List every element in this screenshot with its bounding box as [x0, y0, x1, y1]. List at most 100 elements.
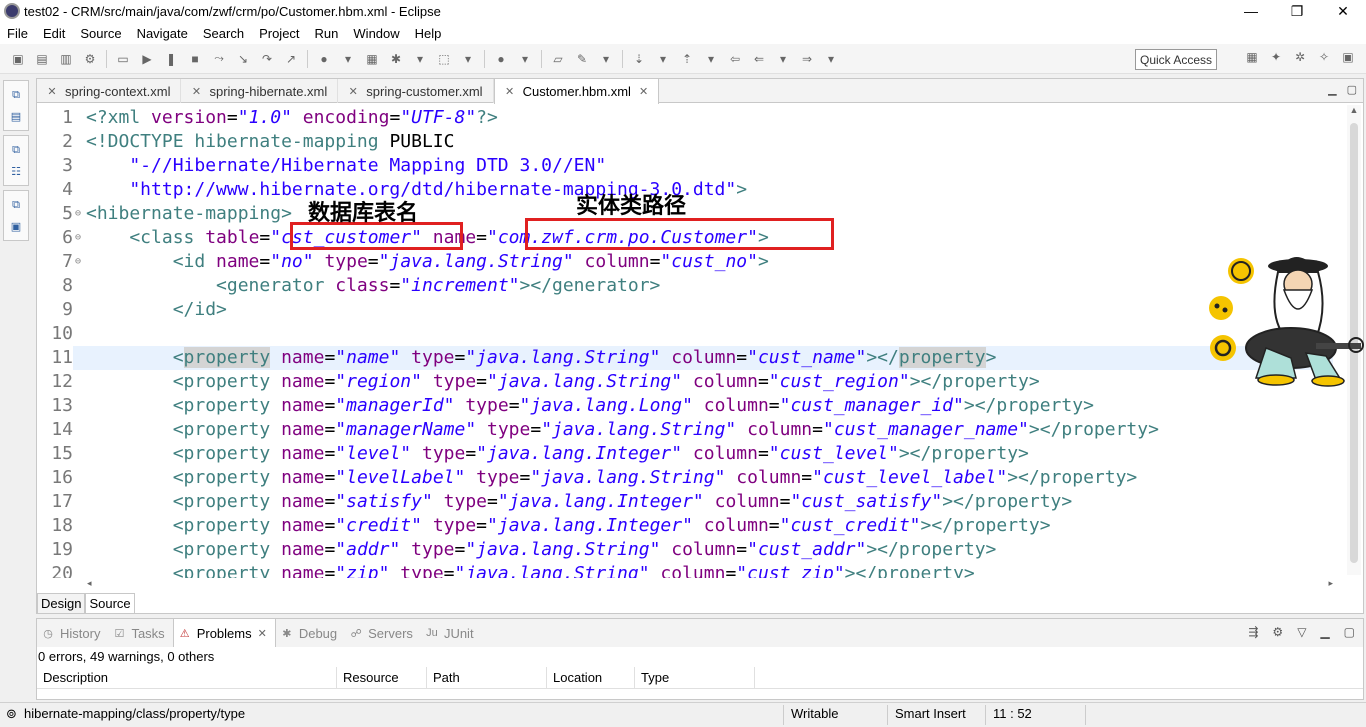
restore-view-icon[interactable]: ⧉ [5, 86, 27, 104]
dropdown-arrow-icon[interactable]: ▾ [703, 51, 719, 67]
code-line[interactable]: 3 "-//Hibernate/Hibernate Mapping DTD 3.… [37, 154, 1333, 178]
code-line[interactable]: 12 <property name="region" type="java.la… [37, 370, 1333, 394]
code-line[interactable]: 15 <property name="level" type="java.lan… [37, 442, 1333, 466]
source-editor[interactable]: 1 <?xml version="1.0" encoding="UTF-8"?> 2… [37, 104, 1333, 578]
project-explorer-icon[interactable]: ▤ [5, 107, 27, 125]
close-tab-icon[interactable]: ✕ [258, 627, 267, 640]
back-icon[interactable]: ⇐ [751, 51, 767, 67]
java-perspective-icon[interactable]: ✧ [1316, 49, 1332, 65]
menu-project[interactable]: Project [252, 26, 307, 41]
code-line[interactable]: 20 <property name="zip" type="java.lang.… [37, 562, 1333, 578]
column-type[interactable]: Type [635, 667, 755, 689]
tab-history[interactable]: ◷ History [37, 619, 108, 647]
tab-debug[interactable]: ✱ Debug [276, 619, 345, 647]
save-all-icon[interactable]: ▥ [58, 51, 74, 67]
code-line[interactable]: 9 </id> [37, 298, 1333, 322]
fold-toggle-icon[interactable]: ⊖ [75, 250, 85, 274]
suspend-icon[interactable]: ❚ [163, 51, 179, 67]
fold-toggle-icon[interactable]: ⊖ [75, 226, 85, 250]
scroll-left-icon[interactable]: ◂ [87, 578, 92, 590]
tab-junit[interactable]: Ju JUnit [421, 619, 482, 647]
maximize-editor-icon[interactable]: ▢ [1347, 83, 1357, 96]
code-line[interactable]: 13 <property name="managerId" type="java… [37, 394, 1333, 418]
prev-annotation-icon[interactable]: ⇡ [679, 51, 695, 67]
profile-icon[interactable]: ● [316, 51, 332, 67]
restore-button[interactable]: ❐ [1274, 0, 1320, 22]
java-ee-perspective-icon[interactable]: ✦ [1268, 49, 1284, 65]
code-line[interactable]: 10 [37, 322, 1333, 346]
tab-customer-hbm[interactable]: ✕ Customer.hbm.xml ✕ [493, 79, 660, 104]
minimize-panel-icon[interactable]: ▁ [1320, 625, 1329, 639]
menu-run[interactable]: Run [308, 26, 347, 41]
maximize-panel-icon[interactable]: ▢ [1344, 625, 1355, 639]
build-icon[interactable]: ⚙ [82, 51, 98, 67]
tab-problems[interactable]: ⚠ Problems ✕ [172, 619, 276, 647]
scroll-up-icon[interactable]: ▲ [1347, 105, 1361, 119]
open-folder-icon[interactable]: ▱ [550, 51, 566, 67]
horizontal-scrollbar[interactable]: ◂ ▸ [87, 578, 1333, 590]
code-line[interactable]: 11 <property name="name" type="java.lang… [37, 346, 1333, 370]
menu-edit[interactable]: Edit [36, 26, 73, 41]
debug-run-icon[interactable]: ✱ [388, 51, 404, 67]
step-over-icon[interactable]: ↷ [259, 51, 275, 67]
tab-design[interactable]: Design [37, 593, 86, 614]
column-description[interactable]: Description [37, 667, 337, 689]
resume-icon[interactable]: ▶ [139, 51, 155, 67]
tab-servers[interactable]: ☍ Servers [345, 619, 421, 647]
minimize-editor-icon[interactable]: ▁ [1328, 83, 1336, 96]
code-line[interactable]: 1 <?xml version="1.0" encoding="UTF-8"?> [37, 106, 1333, 130]
tab-spring-context[interactable]: ✕ spring-context.xml [37, 79, 182, 103]
save-icon[interactable]: ▤ [34, 51, 50, 67]
code-line[interactable]: 7 ⊖ <id name="no" type="java.lang.String"… [37, 250, 1333, 274]
menu-file[interactable]: File [0, 26, 36, 41]
terminate-icon[interactable]: ■ [187, 51, 203, 67]
open-perspective-icon[interactable]: ▦ [1244, 49, 1260, 65]
new-icon[interactable]: ▣ [10, 51, 26, 67]
dropdown-arrow-icon[interactable]: ▾ [775, 51, 791, 67]
code-line[interactable]: 16 <property name="levelLabel" type="jav… [37, 466, 1333, 490]
tab-spring-hibernate[interactable]: ✕ spring-hibernate.xml [181, 79, 339, 103]
dropdown-arrow-icon[interactable]: ▾ [598, 51, 614, 67]
close-button[interactable]: ✕ [1320, 0, 1366, 22]
step-return-icon[interactable]: ↗ [283, 51, 299, 67]
filter-icon[interactable]: ⇶ [1248, 625, 1258, 639]
next-annotation-icon[interactable]: ⇣ [631, 51, 647, 67]
tab-tasks[interactable]: ☑ Tasks [108, 619, 172, 647]
menu-search[interactable]: Search [196, 26, 252, 41]
code-line[interactable]: 8 <generator class="increment"></generat… [37, 274, 1333, 298]
forward-icon[interactable]: ⇒ [799, 51, 815, 67]
restore-view-icon[interactable]: ⧉ [5, 141, 27, 159]
menu-window[interactable]: Window [346, 26, 407, 41]
outline-icon[interactable]: ☷ [5, 162, 27, 180]
scroll-right-icon[interactable]: ▸ [1328, 578, 1333, 590]
console-view-icon[interactable]: ▣ [5, 217, 27, 235]
disconnect-icon[interactable]: ⤳ [211, 51, 227, 67]
quick-access-field[interactable]: Quick Access [1135, 49, 1217, 70]
debug-perspective-icon[interactable]: ✲ [1292, 49, 1308, 65]
step-into-icon[interactable]: ↘ [235, 51, 251, 67]
minimize-button[interactable]: — [1228, 0, 1274, 22]
dropdown-arrow-icon[interactable]: ▾ [823, 51, 839, 67]
code-line[interactable]: 17 <property name="satisfy" type="java.l… [37, 490, 1333, 514]
column-path[interactable]: Path [427, 667, 547, 689]
open-type-icon[interactable]: ▦ [364, 51, 380, 67]
code-line[interactable]: 2 <!DOCTYPE hibernate-mapping PUBLIC [37, 130, 1333, 154]
code-line[interactable]: 18 <property name="credit" type="java.la… [37, 514, 1333, 538]
server-icon[interactable]: ⬚ [436, 51, 452, 67]
console-icon[interactable]: ▭ [115, 51, 131, 67]
code-line[interactable]: 14 <property name="managerName" type="ja… [37, 418, 1333, 442]
column-location[interactable]: Location [547, 667, 635, 689]
column-resource[interactable]: Resource [337, 667, 427, 689]
tab-source[interactable]: Source [85, 593, 135, 614]
dropdown-arrow-icon[interactable]: ▾ [517, 51, 533, 67]
dropdown-arrow-icon[interactable]: ▾ [460, 51, 476, 67]
tab-spring-customer[interactable]: ✕ spring-customer.xml [338, 79, 494, 103]
view-menu-icon[interactable]: ▽ [1297, 625, 1306, 639]
pin-icon[interactable]: ✎ [574, 51, 590, 67]
menu-source[interactable]: Source [73, 26, 129, 41]
git-perspective-icon[interactable]: ▣ [1340, 49, 1356, 65]
restore-view-icon[interactable]: ⧉ [5, 196, 27, 214]
menu-help[interactable]: Help [408, 26, 450, 41]
code-line[interactable]: 19 <property name="addr" type="java.lang… [37, 538, 1333, 562]
last-edit-icon[interactable]: ⇦ [727, 51, 743, 67]
